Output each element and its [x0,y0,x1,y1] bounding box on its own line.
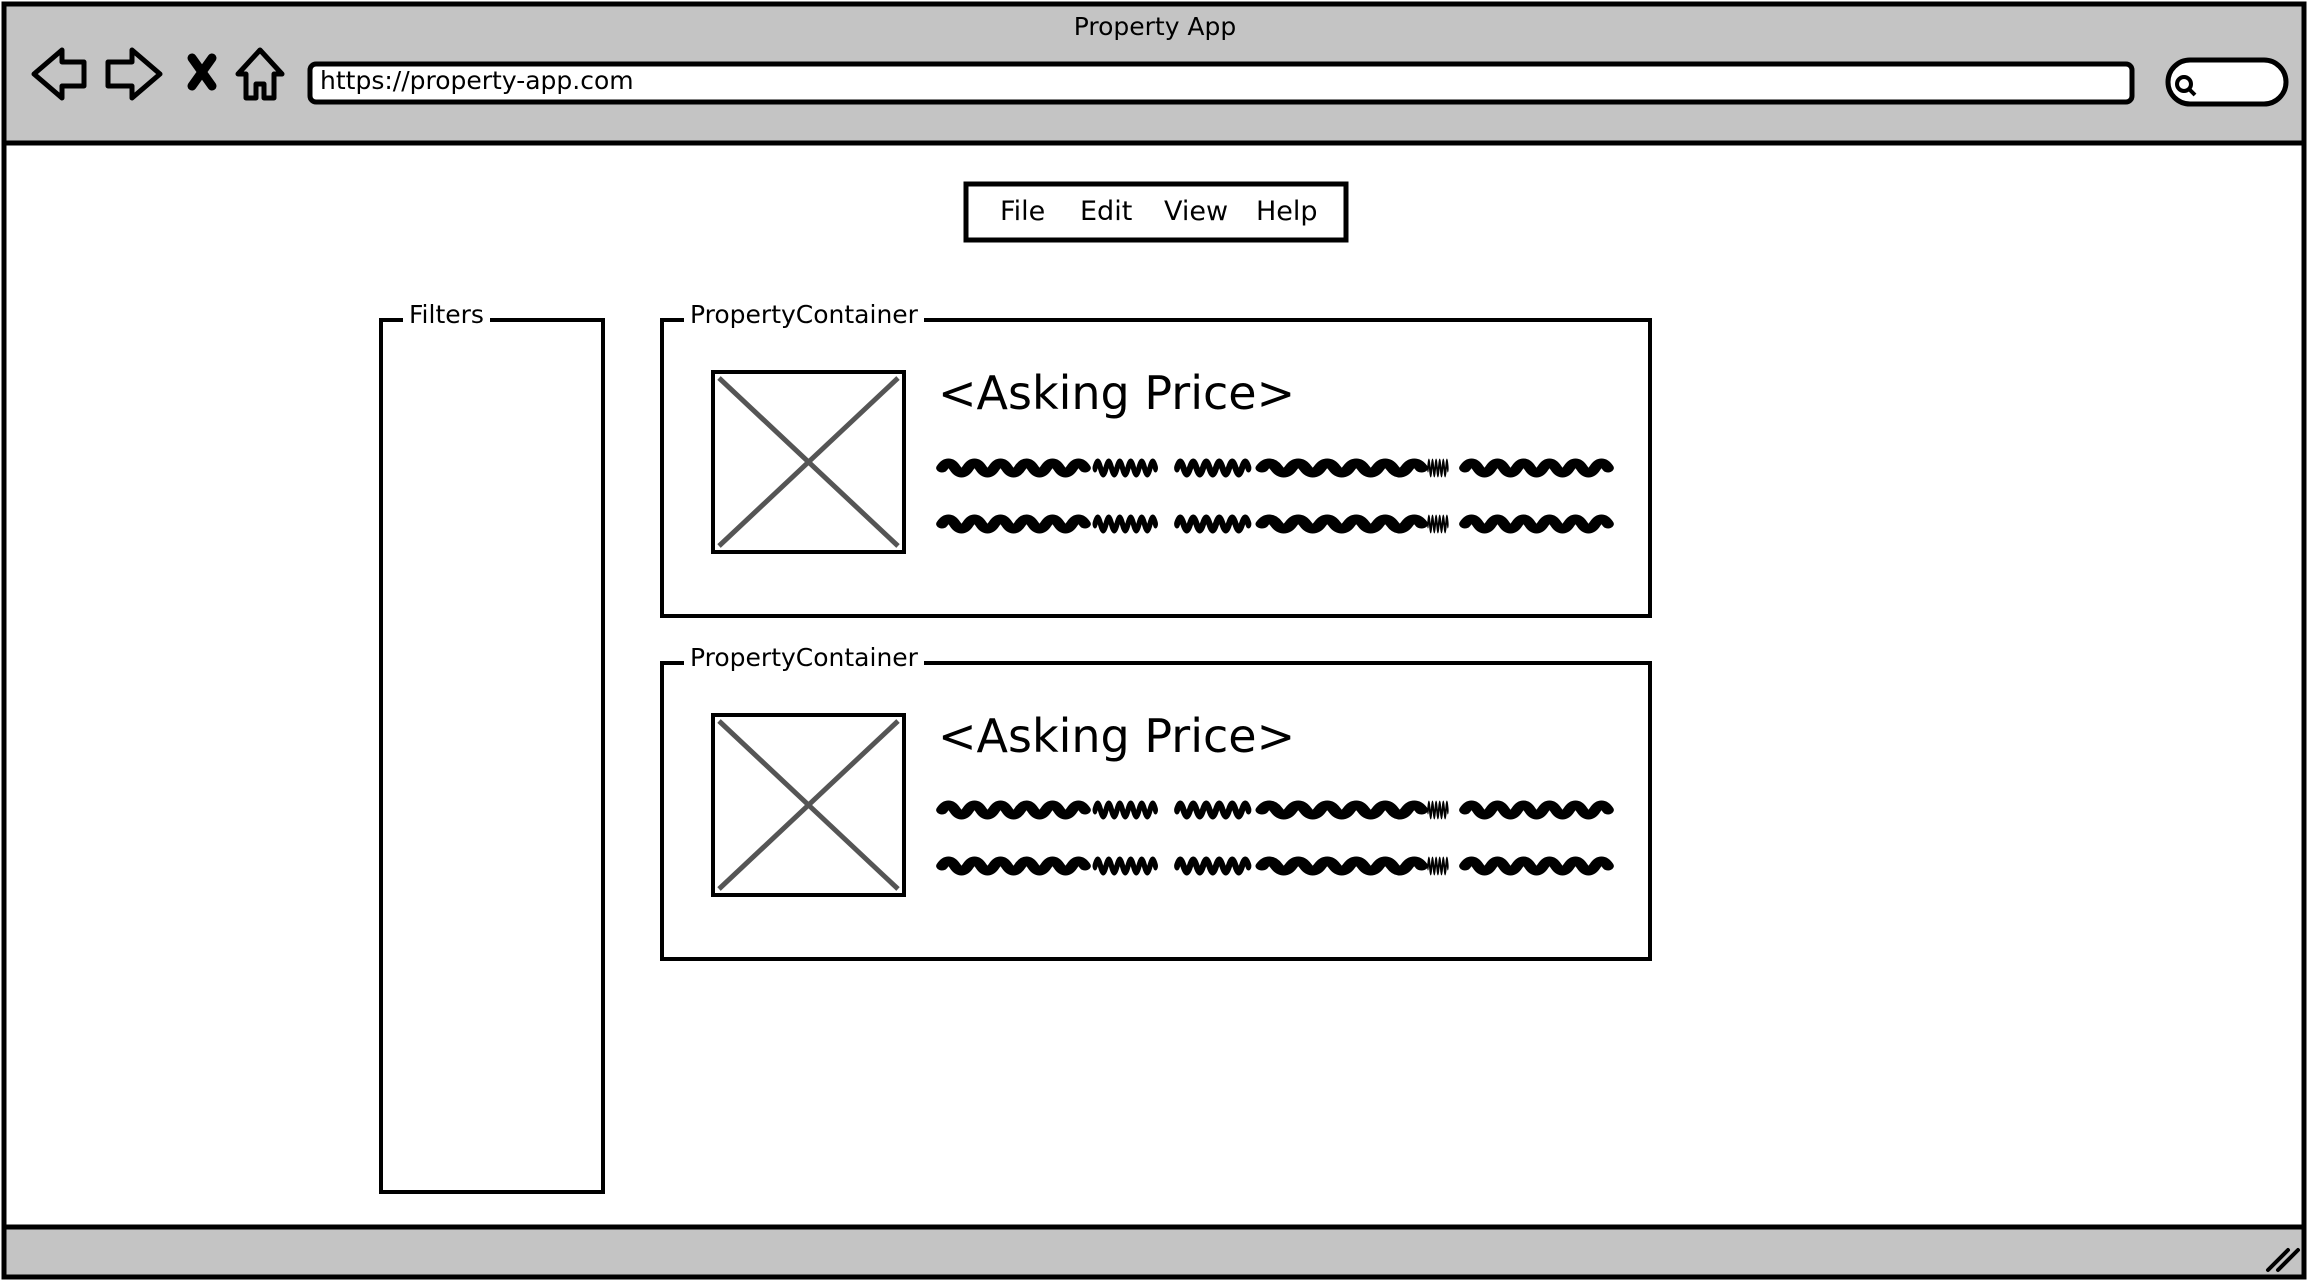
menu-help[interactable]: Help [1256,196,1318,227]
menu-view[interactable]: View [1164,196,1228,227]
filters-title: Filters [403,300,490,330]
search-input[interactable] [2168,60,2286,104]
back-button[interactable] [30,46,90,102]
menu-file[interactable]: File [1000,196,1045,227]
browser-window: Property App https://property-app.com Fi… [0,0,2310,1282]
property-card[interactable] [662,663,1650,959]
window-title: Property App [1073,12,1237,41]
url-input[interactable]: https://property-app.com [320,66,634,95]
forward-button[interactable] [104,46,164,102]
menu-edit[interactable]: Edit [1080,196,1132,227]
stop-button[interactable] [186,52,218,92]
home-button[interactable] [234,46,286,102]
property-card[interactable] [662,320,1650,616]
description-scribbles [0,0,2310,1282]
